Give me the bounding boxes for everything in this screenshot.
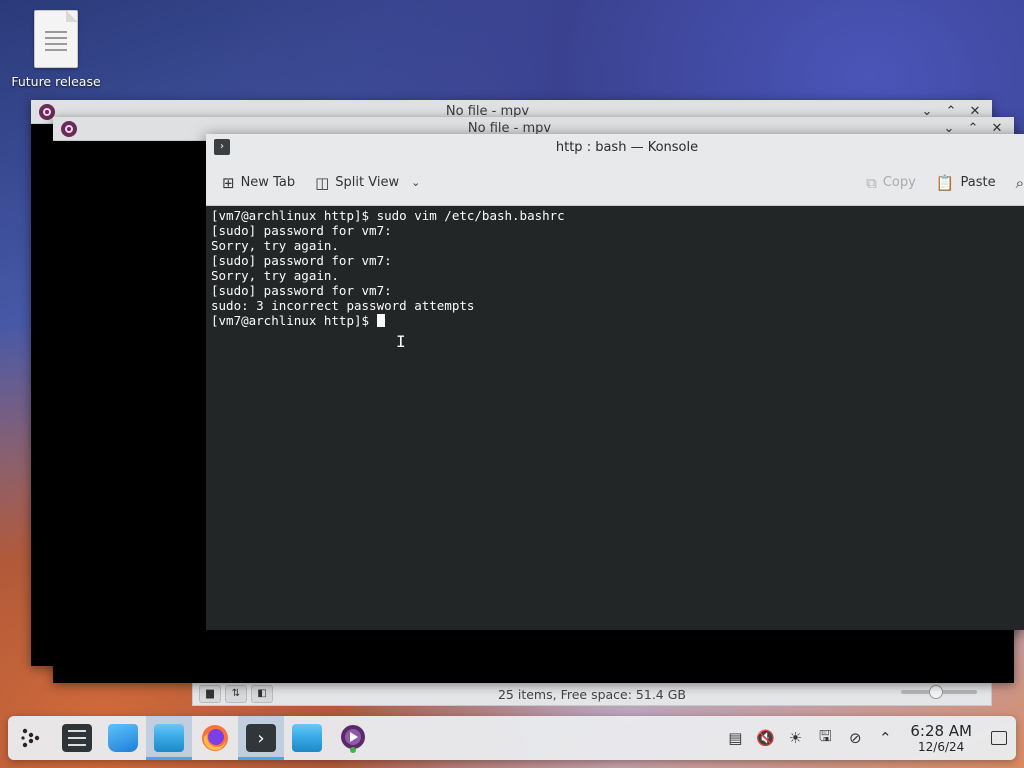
disk-icon[interactable]: 🖫 <box>816 726 834 751</box>
terminal-line: [vm7@archlinux http]$ sudo vim /etc/bash… <box>211 208 565 223</box>
mpv-icon <box>61 120 77 137</box>
mpv-icon <box>341 725 365 753</box>
volume-muted-icon[interactable]: 🔇 <box>756 729 775 747</box>
ibeam-cursor-icon: I <box>396 332 406 351</box>
taskbar-dolphin[interactable] <box>284 716 330 760</box>
paste-button[interactable]: 📋 Paste <box>936 174 996 192</box>
terminal-prompt: [vm7@archlinux http]$ <box>211 313 377 328</box>
file-manager-status-text: 25 items, Free space: 51.4 GB <box>497 686 686 702</box>
clock-time: 6:28 AM <box>910 722 972 740</box>
panel-icon[interactable]: ◧ <box>251 685 273 703</box>
konsole-toolbar: ⊞ New Tab ◫ Split View ⌄ ⧉ Copy 📋 Paste … <box>206 160 1024 206</box>
brightness-icon[interactable]: ☀ <box>786 729 804 747</box>
split-view-icon: ◫ <box>315 173 330 192</box>
clock[interactable]: 6:28 AM 12/6/24 <box>910 722 972 754</box>
desktop-icon-label: Future release <box>11 74 101 89</box>
konsole-titlebar[interactable]: › http : bash — Konsole <box>206 134 1024 160</box>
taskbar-dolphin-active[interactable] <box>146 716 192 760</box>
window-title: http : bash — Konsole <box>555 139 699 155</box>
terminal-line: Sorry, try again. <box>211 238 339 253</box>
sort-icon[interactable]: ⇅ <box>225 685 247 703</box>
konsole-window[interactable]: › http : bash — Konsole ⊞ New Tab ◫ Spli… <box>206 134 1024 630</box>
update-icon[interactable]: ⊘ <box>846 729 864 747</box>
discover-icon <box>108 724 138 752</box>
zoom-slider-handle[interactable] <box>929 685 943 699</box>
find-button[interactable]: ⌕ <box>1016 174 1024 192</box>
taskbar: › ▤ 🔇 ☀ 🖫 ⊘ ⌃ 6:28 AM 12/6/24 <box>8 716 1016 760</box>
terminal-line: [sudo] password for vm7: <box>211 253 392 268</box>
chevron-up-icon[interactable]: ⌃ <box>876 729 894 747</box>
terminal-line: sudo: 3 incorrect password attempts <box>211 298 475 313</box>
new-tab-button[interactable]: ⊞ New Tab <box>222 174 295 192</box>
terminal-line: Sorry, try again. <box>211 268 339 283</box>
terminal-line: [sudo] password for vm7: <box>211 223 392 238</box>
folder-icon <box>154 724 184 752</box>
firefox-icon <box>202 725 228 751</box>
zoom-slider[interactable] <box>901 685 977 699</box>
taskbar-system-settings[interactable] <box>54 716 100 760</box>
file-manager-statusbar: ▆ ⇅ ◧ 25 items, Free space: 51.4 GB <box>192 682 992 706</box>
clock-date: 12/6/24 <box>918 740 965 754</box>
show-desktop-icon <box>991 731 1007 745</box>
terminal-line: [sudo] password for vm7: <box>211 283 392 298</box>
folder-icon <box>292 724 322 752</box>
chevron-down-icon: ⌄ <box>411 176 421 189</box>
copy-button[interactable]: ⧉ Copy <box>866 174 916 192</box>
paste-icon: 📋 <box>935 173 955 192</box>
settings-icon <box>62 724 92 752</box>
copy-icon: ⧉ <box>866 173 877 192</box>
new-tab-icon: ⊞ <box>222 173 235 192</box>
terminal-output[interactable]: [vm7@archlinux http]$ sudo vim /etc/bash… <box>206 206 1024 630</box>
split-view-button[interactable]: ◫ Split View ⌄ <box>315 174 420 192</box>
taskbar-discover[interactable] <box>100 716 146 760</box>
desktop-file-future-release[interactable]: Future release <box>8 8 104 89</box>
launcher-icon <box>21 728 40 748</box>
app-launcher-button[interactable] <box>8 716 54 760</box>
folder-icon[interactable]: ▆ <box>199 685 221 703</box>
taskbar-firefox[interactable] <box>192 716 238 760</box>
taskbar-mpv[interactable] <box>330 716 376 760</box>
terminal-icon: › <box>214 139 230 155</box>
taskbar-konsole-active[interactable]: › <box>238 716 284 760</box>
show-desktop-button[interactable] <box>982 716 1016 760</box>
search-icon: ⌕ <box>1015 173 1024 192</box>
text-cursor <box>376 314 385 327</box>
document-icon <box>34 10 78 68</box>
terminal-icon: › <box>246 724 276 752</box>
system-tray: ▤ 🔇 ☀ 🖫 ⊘ ⌃ <box>726 726 894 751</box>
clipboard-icon[interactable]: ▤ <box>726 729 744 747</box>
terminal-prompt-line[interactable]: [vm7@archlinux http]$ <box>211 313 1019 328</box>
